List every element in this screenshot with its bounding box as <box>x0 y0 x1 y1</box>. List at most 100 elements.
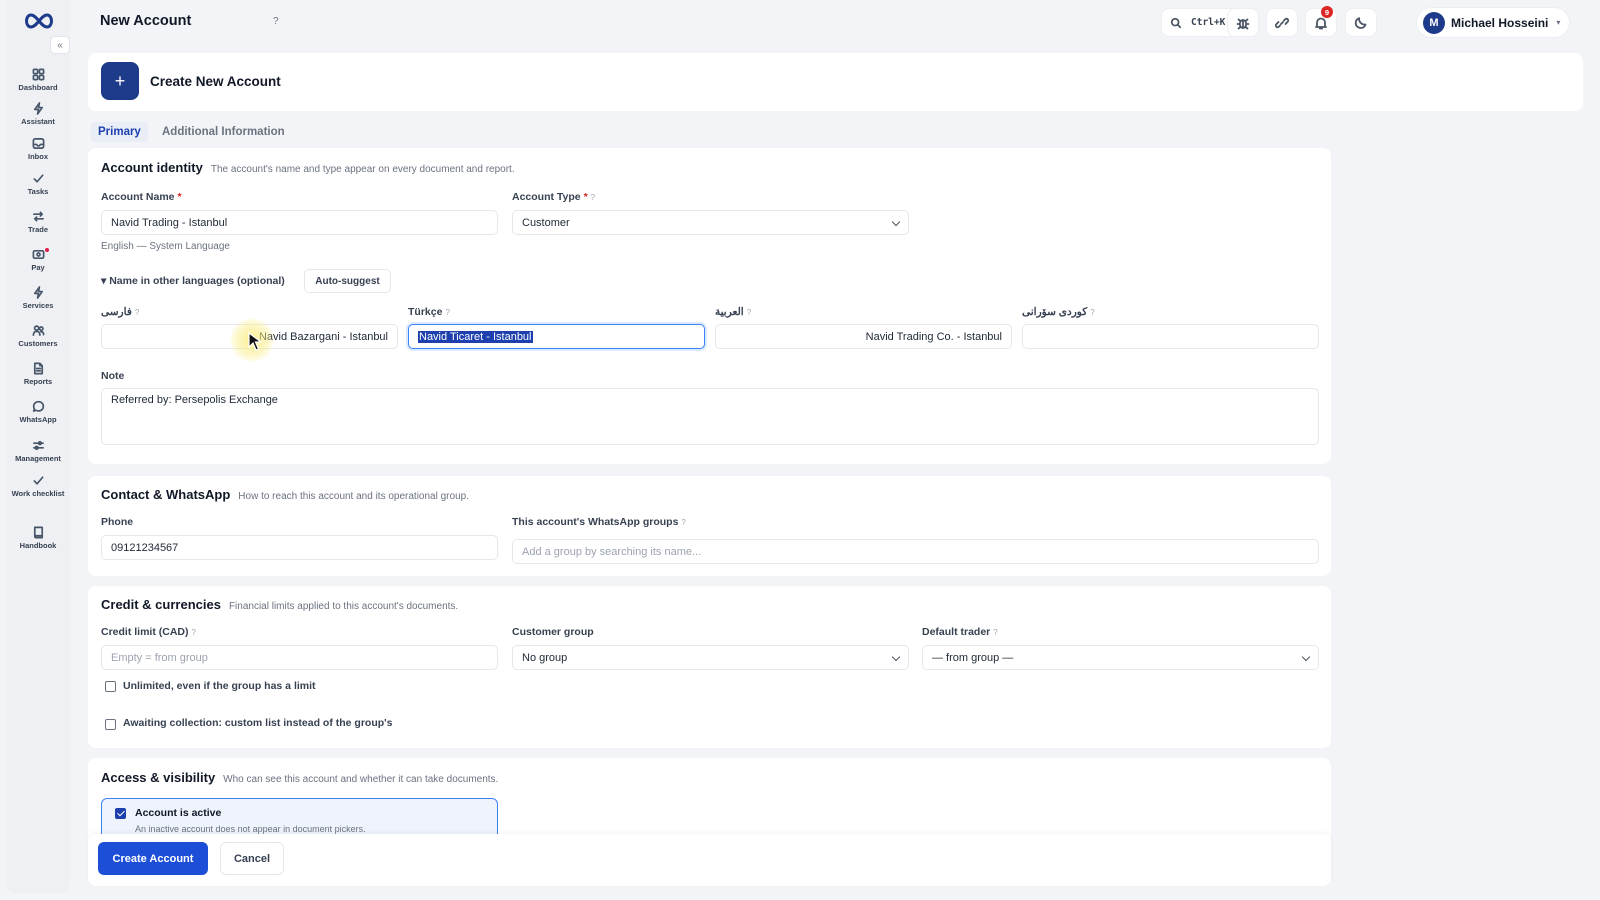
help-icon[interactable]: ? <box>747 308 751 317</box>
user-name: Michael Hosseini <box>1451 15 1549 30</box>
sidebar-item-label: Handbook <box>19 541 57 550</box>
account-active-label: Account is active <box>135 807 222 819</box>
account-active-checkbox[interactable] <box>115 808 126 819</box>
sidebar-item-trade[interactable]: Trade <box>6 210 70 234</box>
check-icon <box>32 174 44 183</box>
user-menu[interactable]: M Michael Hosseini ▾ <box>1416 7 1570 38</box>
whatsapp-groups-search[interactable]: Add a group by searching its name... <box>512 539 1319 564</box>
account-name-hint: English — System Language <box>101 241 230 252</box>
chevron-down-icon <box>891 652 901 662</box>
help-icon[interactable]: ? <box>135 308 139 317</box>
create-account-button[interactable]: Create Account <box>98 842 208 875</box>
name-ar-input[interactable]: Navid Trading Co. - Istanbul <box>715 324 1012 349</box>
search-icon <box>1170 17 1182 28</box>
credit-limit-label: Credit limit (CAD)? <box>101 626 196 638</box>
copy-link-button[interactable] <box>1266 8 1298 37</box>
help-icon[interactable]: ? <box>192 628 196 637</box>
awaiting-collection-checkbox[interactable] <box>105 719 116 730</box>
sidebar-item-inbox[interactable]: Inbox <box>6 137 70 161</box>
default-trader-select[interactable]: — from group — <box>922 645 1319 670</box>
section-title: Contact & WhatsApp How to reach this acco… <box>101 487 469 502</box>
note-textarea[interactable]: Referred by: Persepolis Exchange <box>101 388 1319 445</box>
required-mark: * <box>177 191 182 203</box>
label-text: فارسی <box>101 306 132 318</box>
swap-icon <box>32 211 44 222</box>
dashboard-icon <box>32 68 44 81</box>
sidebar-item-reports[interactable]: Reports <box>6 362 70 386</box>
sidebar-item-dashboard[interactable]: Dashboard <box>6 68 70 92</box>
help-icon[interactable]: ? <box>1090 308 1094 317</box>
label-text: Türkçe <box>408 306 443 318</box>
tab-primary[interactable]: Primary <box>91 122 148 142</box>
sidebar-item-label: Customers <box>18 339 58 348</box>
sidebar-item-tasks[interactable]: Tasks <box>6 172 70 196</box>
tab-additional-information[interactable]: Additional Information <box>155 122 292 142</box>
lang-label-ar: العربية? <box>715 306 751 318</box>
chevron-down-icon: ▾ <box>1556 18 1561 27</box>
sidebar-item-label: Work checklist <box>11 489 65 498</box>
sidebar-item-customers[interactable]: Customers <box>6 324 70 348</box>
section-title-text: Account identity <box>101 160 203 175</box>
name-ckb-input[interactable] <box>1022 324 1319 349</box>
cancel-button[interactable]: Cancel <box>220 842 284 875</box>
default-trader-label: Default trader? <box>922 626 998 638</box>
help-icon[interactable]: ? <box>681 518 685 527</box>
sidebar-item-handbook[interactable]: Handbook <box>6 526 70 550</box>
customer-group-select[interactable]: No group <box>512 645 909 670</box>
label-text: Account Type <box>512 191 581 203</box>
sidebar-item-services[interactable]: Services <box>6 286 70 310</box>
other-languages-toggle[interactable]: ▾ Name in other languages (optional) <box>101 275 285 287</box>
section-title-text: Access & visibility <box>101 770 216 785</box>
section-description: The account's name and type appear on ev… <box>210 164 515 175</box>
sidebar-item-label: Reports <box>23 377 53 386</box>
unlimited-checkbox-label: Unlimited, even if the group has a limit <box>123 680 316 692</box>
help-icon[interactable]: ? <box>591 193 595 202</box>
label-text: This account's WhatsApp groups <box>512 516 679 528</box>
logo-infinity-icon[interactable] <box>22 12 56 30</box>
whatsapp-groups-label: This account's WhatsApp groups? <box>512 516 686 528</box>
help-icon[interactable]: ? <box>993 628 997 637</box>
bug-icon <box>1236 18 1250 29</box>
topbar: New Account ? Ctrl+K 9 M Michael Hossein… <box>70 0 1600 44</box>
phone-input[interactable]: 09121234567 <box>101 535 498 560</box>
lang-label-fa: فارسی? <box>101 306 139 318</box>
credit-limit-input[interactable]: Empty = from group <box>101 645 498 670</box>
section-title-text: Contact & WhatsApp <box>101 487 231 502</box>
sidebar-item-whatsapp[interactable]: WhatsApp <box>6 400 70 424</box>
notifications-button[interactable]: 9 <box>1305 6 1337 37</box>
sidebar: « Dashboard Assistant Inbox Tasks Trade … <box>6 0 70 893</box>
label-text: Account Name <box>101 191 175 203</box>
sidebar-item-work-checklist[interactable]: Work checklist <box>6 474 70 498</box>
name-tr-input[interactable]: Navid Ticaret - Istanbul <box>408 324 705 349</box>
collapse-sidebar-button[interactable]: « <box>50 36 70 54</box>
sidebar-item-label: Tasks <box>27 187 49 196</box>
sidebar-item-assistant[interactable]: Assistant <box>6 102 70 126</box>
lang-label-tr: Türkçe? <box>408 306 450 318</box>
unlimited-checkbox[interactable] <box>105 681 116 692</box>
label-text: Default trader <box>922 626 991 638</box>
help-icon[interactable]: ? <box>273 16 279 27</box>
auto-suggest-button[interactable]: Auto-suggest <box>304 269 391 293</box>
section-title-text: Credit & currencies <box>101 597 221 612</box>
help-icon[interactable]: ? <box>445 308 449 317</box>
account-name-input[interactable]: Navid Trading - Istanbul <box>101 210 498 235</box>
required-mark: * <box>583 191 588 203</box>
link-icon <box>1275 17 1289 28</box>
label-text: Credit limit (CAD) <box>101 626 189 638</box>
contact-section: Contact & WhatsApp How to reach this acco… <box>88 476 1331 576</box>
plus-icon: + <box>101 62 139 100</box>
mouse-cursor <box>230 318 274 362</box>
account-active-hint: An inactive account does not appear in d… <box>135 824 366 834</box>
sidebar-item-pay[interactable]: Pay <box>6 248 70 272</box>
pointer-cursor-icon <box>248 332 263 351</box>
pay-indicator-dot <box>45 248 49 252</box>
dark-mode-toggle[interactable] <box>1345 8 1377 37</box>
selected-text: Navid Ticaret - Istanbul <box>418 330 533 343</box>
check-icon <box>32 476 44 485</box>
bug-report-button[interactable] <box>1227 8 1259 37</box>
sidebar-item-management[interactable]: Management <box>6 439 70 463</box>
chevron-down-icon <box>891 217 901 227</box>
awaiting-collection-label: Awaiting collection: custom list instead… <box>123 717 393 729</box>
account-type-select[interactable]: Customer <box>512 210 909 235</box>
sidebar-item-label: Services <box>22 301 54 310</box>
